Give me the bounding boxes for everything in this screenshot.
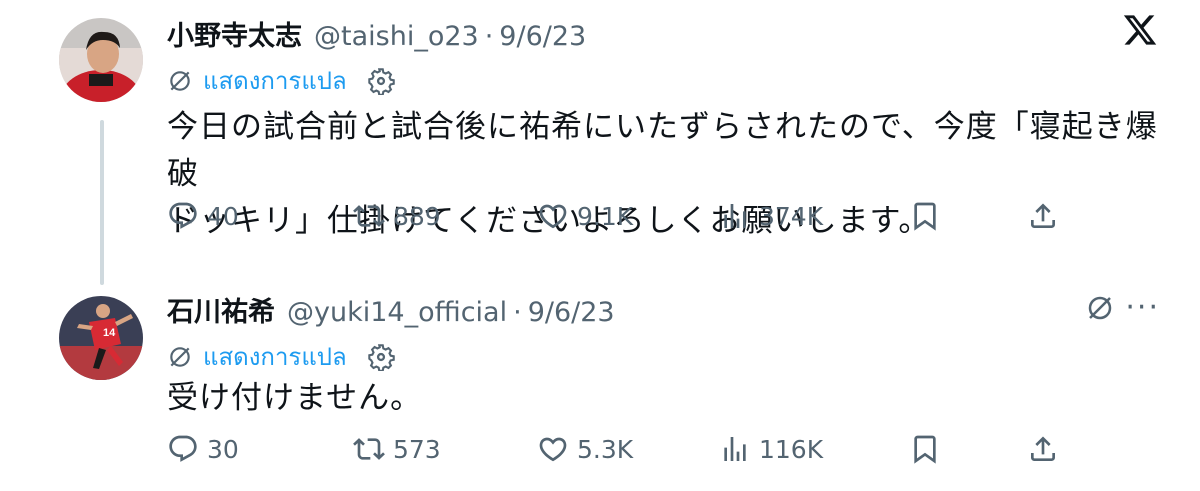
reply-button[interactable]: 30 — [167, 433, 239, 465]
tweet-text-line: 受け付けません。 — [167, 380, 423, 416]
views-button[interactable]: 374K — [719, 200, 823, 232]
repost-count: 573 — [393, 434, 441, 464]
user-handle[interactable]: @taishi_o23 — [314, 21, 479, 52]
user-handle[interactable]: @yuki14_official — [287, 297, 507, 328]
translate-label[interactable]: แสดงการแปล — [203, 61, 347, 100]
translate-off-icon[interactable] — [1085, 293, 1115, 323]
reply-count: 30 — [207, 434, 239, 464]
avatar[interactable]: 14 — [59, 296, 143, 380]
tweet-header: 小野寺太志 @taishi_o23 · 9/6/23 — [167, 14, 586, 53]
views-button[interactable]: 116K — [719, 433, 823, 465]
display-name[interactable]: 石川祐希 — [167, 290, 275, 329]
heart-icon — [539, 204, 567, 229]
separator-dot: · — [513, 297, 522, 328]
like-button[interactable]: 9.1K — [537, 200, 633, 232]
x-logo-icon[interactable] — [1122, 12, 1158, 48]
tweet-text: 受け付けません。 — [167, 375, 1177, 422]
reply-count: 40 — [207, 201, 239, 231]
tweet-header: 石川祐希 @yuki14_official · 9/6/23 — [167, 290, 615, 329]
action-bar: 40 889 9.1K 374K — [167, 200, 1067, 240]
view-count: 374K — [759, 201, 824, 231]
bookmark-button[interactable] — [909, 433, 949, 465]
thread-connector-line — [100, 120, 104, 285]
svg-text:14: 14 — [103, 327, 116, 339]
views-chart-icon — [724, 437, 746, 461]
separator-dot: · — [484, 21, 494, 52]
repost-count: 889 — [393, 201, 441, 231]
reply-icon — [169, 202, 197, 229]
translate-link[interactable]: แสดงการแปล — [167, 337, 395, 376]
share-button[interactable] — [1027, 433, 1067, 465]
post-date[interactable]: 9/6/23 — [528, 297, 615, 328]
like-count: 5.3K — [577, 434, 634, 464]
bookmark-button[interactable] — [909, 200, 949, 232]
like-count: 9.1K — [577, 201, 634, 231]
repost-icon — [353, 205, 385, 227]
like-button[interactable]: 5.3K — [537, 433, 633, 465]
more-options-button[interactable]: ··· — [1125, 290, 1160, 325]
repost-button[interactable]: 573 — [353, 433, 441, 465]
translate-link[interactable]: แสดงการแปล — [167, 61, 395, 100]
bookmark-icon — [914, 202, 936, 231]
bookmark-icon — [914, 435, 936, 464]
repost-button[interactable]: 889 — [353, 200, 441, 232]
repost-icon — [353, 438, 385, 460]
heart-icon — [539, 437, 567, 462]
share-icon — [1031, 203, 1055, 228]
post-date[interactable]: 9/6/23 — [499, 21, 586, 52]
translate-label[interactable]: แสดงการแปล — [203, 337, 347, 376]
avatar[interactable] — [59, 18, 143, 102]
action-bar: 30 573 5.3K 116K — [167, 433, 1067, 473]
reply-button[interactable]: 40 — [167, 200, 239, 232]
tweet-text-line: 今日の試合前と試合後に祐希にいたずらされたので、今度「寝起き爆破 — [167, 109, 1158, 192]
display-name[interactable]: 小野寺太志 — [167, 14, 302, 53]
gear-icon[interactable] — [367, 67, 395, 95]
share-icon — [1031, 436, 1055, 461]
share-button[interactable] — [1027, 200, 1067, 232]
reply-icon — [169, 435, 197, 462]
view-count: 116K — [759, 434, 824, 464]
translate-icon — [170, 346, 190, 367]
gear-icon[interactable] — [367, 343, 395, 371]
translate-icon — [170, 70, 190, 91]
views-chart-icon — [724, 204, 746, 228]
